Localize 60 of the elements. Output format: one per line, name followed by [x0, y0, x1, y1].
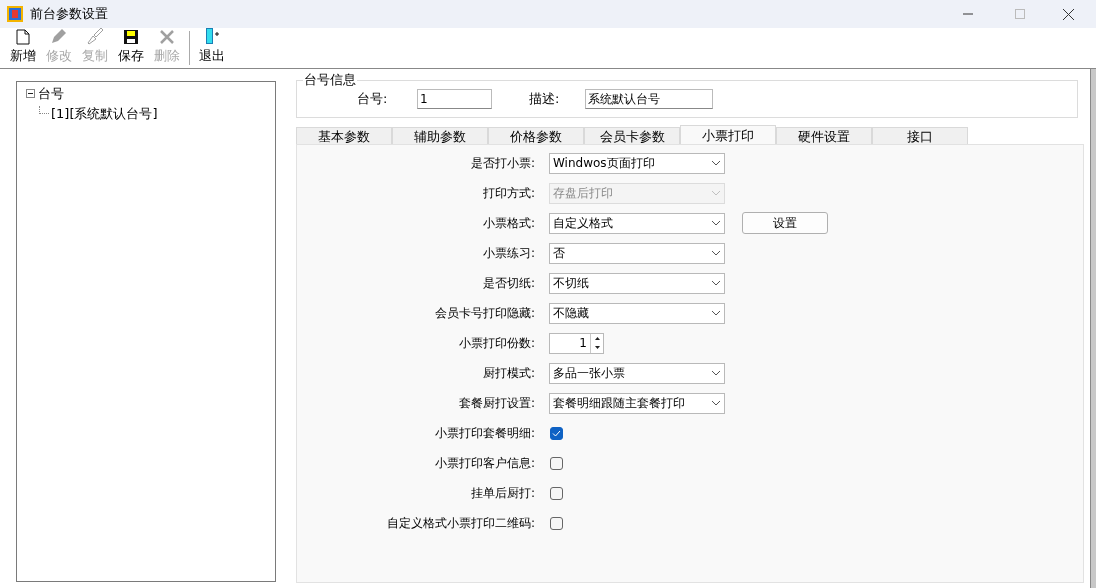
dropdown[interactable]: 不隐藏 [549, 302, 725, 324]
field-label: 自定义格式小票打印二维码: [385, 515, 536, 532]
tab[interactable]: 基本参数 [296, 127, 392, 144]
field-label: 小票练习: [481, 245, 536, 262]
field-label: 小票打印客户信息: [433, 455, 536, 472]
field-label: 打印方式: [481, 185, 536, 202]
window-title: 前台参数设置 [30, 5, 108, 24]
toolbar-button[interactable]: 保存 [113, 28, 149, 65]
field-label: 小票格式: [481, 215, 536, 232]
toolbar-button[interactable]: 新增 [5, 28, 41, 65]
tab[interactable]: 接口 [872, 127, 968, 144]
close-icon[interactable] [1063, 8, 1074, 20]
field-label: 台号: [357, 90, 389, 109]
tab[interactable]: 硬件设置 [776, 127, 872, 144]
text-field[interactable]: 系统默认台号 [585, 89, 713, 109]
checkbox[interactable] [550, 486, 563, 500]
document-icon [16, 28, 30, 45]
dropdown[interactable]: 自定义格式 [549, 212, 725, 234]
brush-icon [86, 26, 104, 45]
checkbox[interactable] [550, 456, 563, 470]
dropdown[interactable]: 否 [549, 242, 725, 264]
checkmark-icon [552, 429, 561, 437]
chevron-down-icon [711, 370, 721, 376]
field-label: 是否打小票: [469, 155, 536, 172]
checkbox[interactable] [550, 426, 563, 440]
chevron-down-icon [711, 160, 721, 166]
dropdown[interactable]: 套餐明细跟随主套餐打印 [549, 392, 725, 414]
tab[interactable]: 会员卡参数 [584, 127, 680, 144]
field-label: 会员卡号打印隐藏: [433, 305, 536, 322]
chevron-down-icon [711, 250, 721, 256]
tab[interactable]: 小票打印 [680, 125, 776, 144]
tree-item[interactable]: 台号 [38, 84, 64, 104]
number-spinner[interactable]: 1 [549, 332, 604, 354]
tab[interactable]: 价格参数 [488, 127, 584, 144]
chevron-down-icon [711, 400, 721, 406]
pencil-icon [50, 26, 68, 45]
chevron-down-icon [711, 190, 721, 196]
close-icon [159, 28, 175, 45]
collapse-icon[interactable] [26, 89, 35, 99]
text-field[interactable]: 1 [417, 89, 492, 109]
field-label: 套餐厨打设置: [457, 395, 536, 412]
chevron-down-icon [711, 280, 721, 286]
field-label: 小票打印套餐明细: [433, 425, 536, 442]
field-label: 是否切纸: [481, 275, 536, 292]
field-label: 挂单后厨打: [469, 485, 536, 502]
dropdown[interactable]: Windwos页面打印 [549, 152, 725, 174]
chevron-down-icon [711, 220, 721, 226]
tree-item[interactable]: [1][系统默认台号] [51, 103, 158, 123]
field-label: 描述: [529, 90, 561, 109]
toolbar-button[interactable]: 退出 [194, 26, 230, 65]
settings-button[interactable]: 设置 [742, 212, 828, 234]
chevron-down-icon [711, 310, 721, 316]
checkbox[interactable] [550, 516, 563, 530]
dropdown[interactable]: 不切纸 [549, 272, 725, 294]
field-label: 小票打印份数: [457, 335, 536, 352]
app-logo-icon [7, 6, 23, 22]
dropdown[interactable]: 多品一张小票 [549, 362, 725, 384]
group-title: 台号信息 [303, 72, 357, 88]
field-label: 厨打模式: [481, 365, 536, 382]
tab[interactable]: 辅助参数 [392, 127, 488, 144]
